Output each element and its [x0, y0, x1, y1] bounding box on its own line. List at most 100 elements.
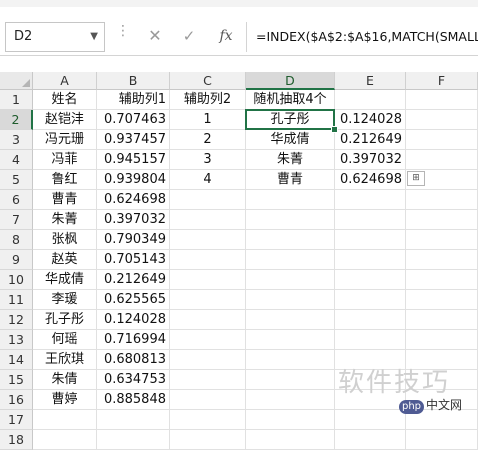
cell-b16[interactable]: 0.885848 [97, 390, 170, 410]
cell-e8[interactable] [335, 230, 406, 250]
cell-a2[interactable]: 赵铠沣 [33, 110, 97, 130]
cell-c14[interactable] [170, 350, 246, 370]
cell-c18[interactable] [170, 430, 246, 450]
cell-d6[interactable] [246, 190, 335, 210]
cell-c4[interactable]: 3 [170, 150, 246, 170]
cell-b3[interactable]: 0.937457 [97, 130, 170, 150]
row-header-5[interactable]: 5 [0, 170, 33, 190]
cell-e13[interactable] [335, 330, 406, 350]
cell-a14[interactable]: 王欣琪 [33, 350, 97, 370]
row-header-2[interactable]: 2 [0, 110, 33, 130]
row-header-13[interactable]: 13 [0, 330, 33, 350]
cell-a8[interactable]: 张枫 [33, 230, 97, 250]
row-header-11[interactable]: 11 [0, 290, 33, 310]
cell-d10[interactable] [246, 270, 335, 290]
cell-a3[interactable]: 冯元珊 [33, 130, 97, 150]
cell-e17[interactable] [335, 410, 406, 430]
cell-b12[interactable]: 0.124028 [97, 310, 170, 330]
cell-d7[interactable] [246, 210, 335, 230]
cell-d13[interactable] [246, 330, 335, 350]
cell-c5[interactable]: 4 [170, 170, 246, 190]
cell-a7[interactable]: 朱菁 [33, 210, 97, 230]
cell-b10[interactable]: 0.212649 [97, 270, 170, 290]
cancel-icon[interactable]: ✕ [144, 25, 166, 47]
cell-d5[interactable]: 曹青 [246, 170, 335, 190]
cell-d2[interactable]: 孔子彤 [246, 110, 335, 130]
cell-a18[interactable] [33, 430, 97, 450]
row-header-14[interactable]: 14 [0, 350, 33, 370]
cell-e6[interactable] [335, 190, 406, 210]
row-header-12[interactable]: 12 [0, 310, 33, 330]
cell-d8[interactable] [246, 230, 335, 250]
formula-bar-splitter-icon[interactable]: ⋮ [116, 23, 131, 39]
cell-f12[interactable] [406, 310, 478, 330]
cell-a13[interactable]: 何瑶 [33, 330, 97, 350]
paste-options-icon[interactable]: ⊞ [407, 171, 425, 186]
cell-b17[interactable] [97, 410, 170, 430]
cell-f9[interactable] [406, 250, 478, 270]
cell-f1[interactable] [406, 90, 478, 110]
cell-c9[interactable] [170, 250, 246, 270]
cell-b18[interactable] [97, 430, 170, 450]
fill-handle[interactable] [331, 126, 338, 133]
cell-e4[interactable]: 0.397032 [335, 150, 406, 170]
row-header-1[interactable]: 1 [0, 90, 33, 110]
cell-c16[interactable] [170, 390, 246, 410]
column-header-e[interactable]: E [335, 72, 406, 90]
cell-f11[interactable] [406, 290, 478, 310]
cell-e12[interactable] [335, 310, 406, 330]
cell-b15[interactable]: 0.634753 [97, 370, 170, 390]
cell-b1[interactable]: 辅助列1 [97, 90, 170, 110]
row-header-3[interactable]: 3 [0, 130, 33, 150]
row-header-9[interactable]: 9 [0, 250, 33, 270]
cell-e5[interactable]: 0.624698 [335, 170, 406, 190]
cell-d4[interactable]: 朱菁 [246, 150, 335, 170]
cell-a11[interactable]: 李瑗 [33, 290, 97, 310]
cell-b2[interactable]: 0.707463 [97, 110, 170, 130]
cell-d11[interactable] [246, 290, 335, 310]
cell-b9[interactable]: 0.705143 [97, 250, 170, 270]
cell-c2[interactable]: 1 [170, 110, 246, 130]
cell-c3[interactable]: 2 [170, 130, 246, 150]
cell-c11[interactable] [170, 290, 246, 310]
cell-b4[interactable]: 0.945157 [97, 150, 170, 170]
cell-e2[interactable]: 0.124028 [335, 110, 406, 130]
cell-a16[interactable]: 曹婷 [33, 390, 97, 410]
cell-a17[interactable] [33, 410, 97, 430]
cell-f7[interactable] [406, 210, 478, 230]
cell-e7[interactable] [335, 210, 406, 230]
cell-b8[interactable]: 0.790349 [97, 230, 170, 250]
column-header-a[interactable]: A [33, 72, 97, 90]
cell-a12[interactable]: 孔子彤 [33, 310, 97, 330]
column-header-b[interactable]: B [97, 72, 170, 90]
cell-a10[interactable]: 华成倩 [33, 270, 97, 290]
cell-e10[interactable] [335, 270, 406, 290]
cell-a4[interactable]: 冯菲 [33, 150, 97, 170]
row-header-8[interactable]: 8 [0, 230, 33, 250]
cell-e3[interactable]: 0.212649 [335, 130, 406, 150]
cell-d15[interactable] [246, 370, 335, 390]
cell-c6[interactable] [170, 190, 246, 210]
cell-d1[interactable]: 随机抽取4个 [246, 90, 335, 110]
cell-f6[interactable] [406, 190, 478, 210]
cell-c17[interactable] [170, 410, 246, 430]
cell-b14[interactable]: 0.680813 [97, 350, 170, 370]
cell-c8[interactable] [170, 230, 246, 250]
row-header-6[interactable]: 6 [0, 190, 33, 210]
cell-d16[interactable] [246, 390, 335, 410]
cell-a5[interactable]: 鲁红 [33, 170, 97, 190]
row-header-16[interactable]: 16 [0, 390, 33, 410]
column-header-c[interactable]: C [170, 72, 246, 90]
cell-b13[interactable]: 0.716994 [97, 330, 170, 350]
name-box[interactable]: D2 ▼ [5, 22, 105, 52]
cell-c10[interactable] [170, 270, 246, 290]
cell-c1[interactable]: 辅助列2 [170, 90, 246, 110]
cell-d3[interactable]: 华成倩 [246, 130, 335, 150]
column-header-d[interactable]: D [246, 72, 335, 90]
cell-f4[interactable] [406, 150, 478, 170]
cell-f3[interactable] [406, 130, 478, 150]
row-header-17[interactable]: 17 [0, 410, 33, 430]
cell-e1[interactable] [335, 90, 406, 110]
cell-a6[interactable]: 曹青 [33, 190, 97, 210]
cell-a9[interactable]: 赵英 [33, 250, 97, 270]
